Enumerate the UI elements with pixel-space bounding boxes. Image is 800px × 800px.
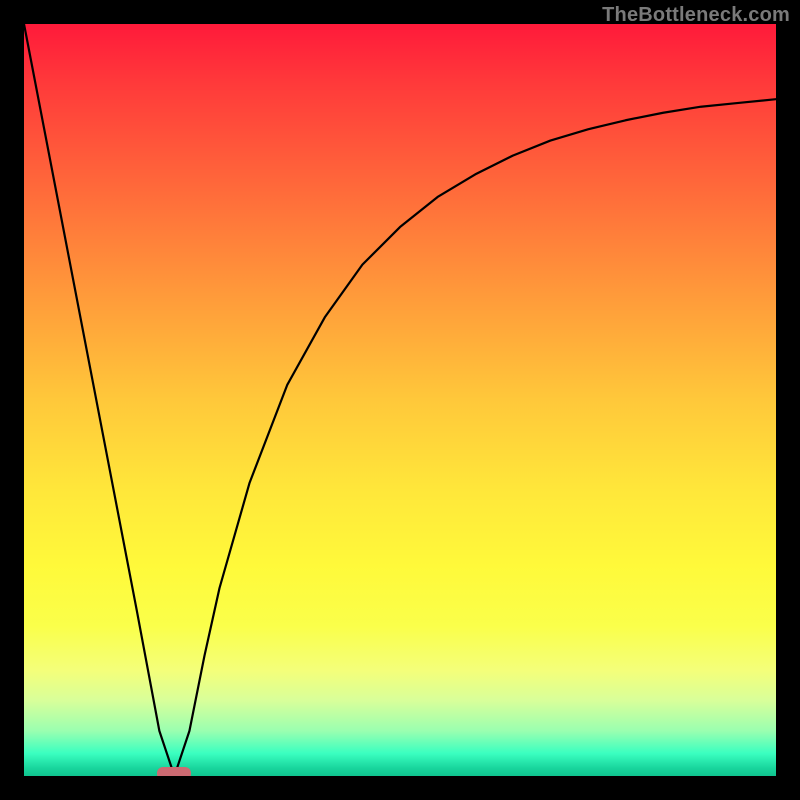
chart-frame: TheBottleneck.com [0, 0, 800, 800]
curve-svg [24, 24, 776, 776]
plot-area [24, 24, 776, 776]
optimal-marker [157, 767, 191, 776]
bottleneck-curve [24, 24, 776, 776]
